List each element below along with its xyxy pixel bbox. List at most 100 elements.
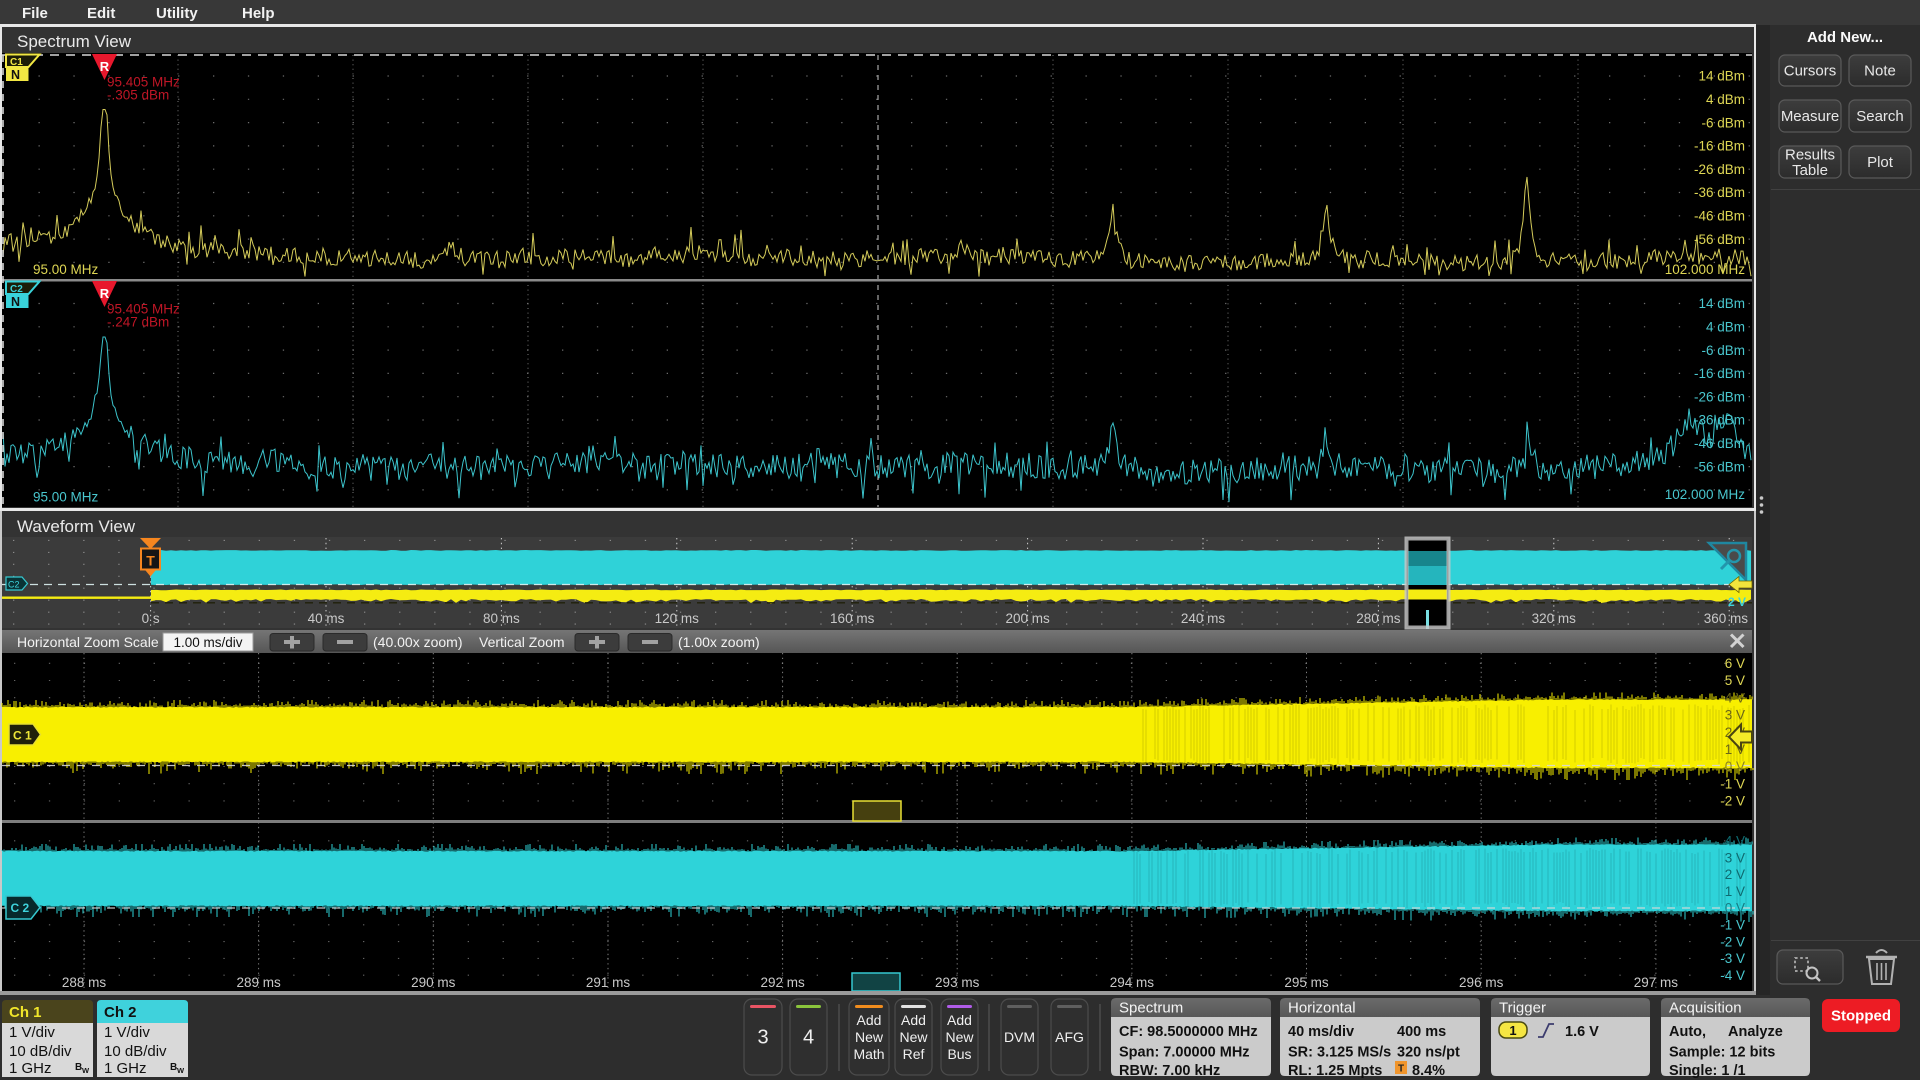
svg-text:Horizontal Zoom Scale: Horizontal Zoom Scale — [17, 634, 159, 650]
svg-text:160 ms: 160 ms — [830, 611, 875, 626]
svg-text:288 ms: 288 ms — [62, 975, 107, 990]
svg-text:R: R — [100, 59, 110, 74]
svg-text:Span: 7.00000 MHz: Span: 7.00000 MHz — [1119, 1045, 1250, 1061]
svg-text:W: W — [177, 1066, 185, 1075]
svg-text:0 s: 0 s — [142, 611, 160, 626]
svg-text:-46 dBm: -46 dBm — [1694, 209, 1745, 224]
svg-text:280 ms: 280 ms — [1356, 611, 1401, 626]
svg-text:3 V: 3 V — [1725, 708, 1745, 723]
svg-text:4 V: 4 V — [1725, 690, 1745, 705]
svg-text:295 ms: 295 ms — [1284, 975, 1329, 990]
svg-text:6 V: 6 V — [1725, 656, 1745, 671]
svg-text:294 ms: 294 ms — [1110, 975, 1155, 990]
svg-text:C 1: C 1 — [13, 729, 32, 743]
svg-text:-46 dBm: -46 dBm — [1694, 436, 1745, 451]
svg-text:C2: C2 — [10, 284, 23, 295]
svg-text:New: New — [945, 1029, 974, 1045]
svg-text:Vertical Zoom: Vertical Zoom — [479, 634, 565, 650]
svg-text:102.000 MHz: 102.000 MHz — [1665, 262, 1746, 277]
svg-text:Measure: Measure — [1781, 108, 1839, 125]
svg-text:1 GHz: 1 GHz — [9, 1060, 52, 1077]
svg-text:-2 V: -2 V — [1720, 794, 1745, 809]
svg-text:291 ms: 291 ms — [586, 975, 631, 990]
svg-text:C 2: C 2 — [11, 901, 30, 915]
svg-text:95.00 MHz: 95.00 MHz — [33, 490, 99, 505]
svg-text:T: T — [1398, 1064, 1404, 1075]
svg-text:DVM: DVM — [1004, 1029, 1035, 1045]
svg-text:296 ms: 296 ms — [1459, 975, 1504, 990]
svg-text:Sample: 12 bits: Sample: 12 bits — [1669, 1045, 1775, 1061]
svg-text:-16 dBm: -16 dBm — [1694, 366, 1745, 381]
svg-text:4: 4 — [803, 1027, 814, 1049]
svg-text:3 V: 3 V — [1725, 850, 1745, 865]
svg-text:RL: 1.25 Mpts: RL: 1.25 Mpts — [1288, 1063, 1382, 1079]
svg-text:C1: C1 — [10, 57, 23, 68]
svg-text:Note: Note — [1864, 63, 1896, 80]
svg-text:240 ms: 240 ms — [1181, 611, 1226, 626]
svg-text:Auto,: Auto, — [1669, 1024, 1706, 1040]
svg-text:1 GHz: 1 GHz — [104, 1060, 147, 1077]
svg-text:1.6 V: 1.6 V — [1565, 1024, 1599, 1040]
svg-text:1.00 ms/div: 1.00 ms/div — [173, 635, 242, 650]
svg-text:-4 V: -4 V — [1720, 968, 1745, 983]
svg-text:Single: 1 /1: Single: 1 /1 — [1669, 1063, 1746, 1079]
svg-text:-26 dBm: -26 dBm — [1694, 389, 1745, 404]
svg-text:-36 dBm: -36 dBm — [1694, 185, 1745, 200]
svg-text:Acquisition: Acquisition — [1669, 1000, 1742, 1017]
svg-text:-1 V: -1 V — [1720, 918, 1745, 933]
svg-text:AFG: AFG — [1055, 1029, 1084, 1045]
svg-text:Horizontal: Horizontal — [1288, 1000, 1356, 1017]
svg-text:120 ms: 120 ms — [655, 611, 700, 626]
svg-text:Math: Math — [853, 1046, 884, 1062]
svg-text:-.305 dBm: -.305 dBm — [107, 88, 169, 103]
svg-text:Trigger: Trigger — [1499, 1000, 1546, 1017]
svg-text:10 dB/div: 10 dB/div — [104, 1043, 167, 1060]
svg-text:Spectrum: Spectrum — [1119, 1000, 1183, 1017]
svg-text:Add: Add — [947, 1012, 972, 1028]
svg-text:Add New...: Add New... — [1807, 29, 1883, 46]
svg-text:10 dB/div: 10 dB/div — [9, 1043, 72, 1060]
svg-text:200 ms: 200 ms — [1005, 611, 1050, 626]
svg-text:-3 V: -3 V — [1720, 951, 1745, 966]
svg-text:360 ms: 360 ms — [1704, 611, 1749, 626]
svg-text:N: N — [11, 295, 20, 309]
svg-text:40 ms: 40 ms — [308, 611, 345, 626]
svg-text:-1 V: -1 V — [1720, 776, 1745, 791]
svg-text:3: 3 — [757, 1027, 768, 1049]
svg-text:290 ms: 290 ms — [411, 975, 456, 990]
svg-text:W: W — [82, 1066, 90, 1075]
svg-text:289 ms: 289 ms — [236, 975, 281, 990]
svg-text:-36 dBm: -36 dBm — [1694, 413, 1745, 428]
svg-text:Add: Add — [857, 1012, 882, 1028]
svg-text:Add: Add — [901, 1012, 926, 1028]
svg-text:5 V: 5 V — [1725, 673, 1745, 688]
svg-text:320 ms: 320 ms — [1532, 611, 1577, 626]
svg-text:-56 dBm: -56 dBm — [1694, 459, 1745, 474]
svg-text:4 V: 4 V — [1725, 834, 1745, 849]
svg-text:-6 dBm: -6 dBm — [1701, 115, 1745, 130]
svg-text:1 V/div: 1 V/div — [104, 1024, 150, 1041]
svg-text:Ref: Ref — [903, 1046, 925, 1062]
svg-text:-56 dBm: -56 dBm — [1694, 232, 1745, 247]
svg-text:Stopped: Stopped — [1831, 1008, 1891, 1025]
svg-text:Cursors: Cursors — [1784, 63, 1837, 80]
svg-text:102.000 MHz: 102.000 MHz — [1665, 487, 1746, 502]
svg-text:292 ms: 292 ms — [760, 975, 805, 990]
svg-text:95.00 MHz: 95.00 MHz — [33, 262, 99, 277]
svg-text:-2 V: -2 V — [1720, 934, 1745, 949]
svg-text:14 dBm: 14 dBm — [1698, 69, 1745, 84]
svg-text:-16 dBm: -16 dBm — [1694, 139, 1745, 154]
svg-text:RBW: 7.00 kHz: RBW: 7.00 kHz — [1119, 1063, 1220, 1079]
svg-text:297 ms: 297 ms — [1634, 975, 1679, 990]
svg-text:40 ms/div: 40 ms/div — [1288, 1024, 1354, 1040]
svg-text:Bus: Bus — [947, 1046, 971, 1062]
svg-text:-6 dBm: -6 dBm — [1701, 343, 1745, 358]
svg-text:1 V: 1 V — [1725, 884, 1745, 899]
svg-text:293 ms: 293 ms — [935, 975, 980, 990]
svg-text:File: File — [22, 5, 48, 22]
svg-text:2 V: 2 V — [1725, 867, 1745, 882]
svg-text:Waveform View: Waveform View — [17, 517, 136, 536]
svg-text:CF: 98.5000000 MHz: CF: 98.5000000 MHz — [1119, 1024, 1258, 1040]
svg-text:New: New — [855, 1029, 884, 1045]
svg-text:320 ns/pt: 320 ns/pt — [1397, 1045, 1460, 1061]
